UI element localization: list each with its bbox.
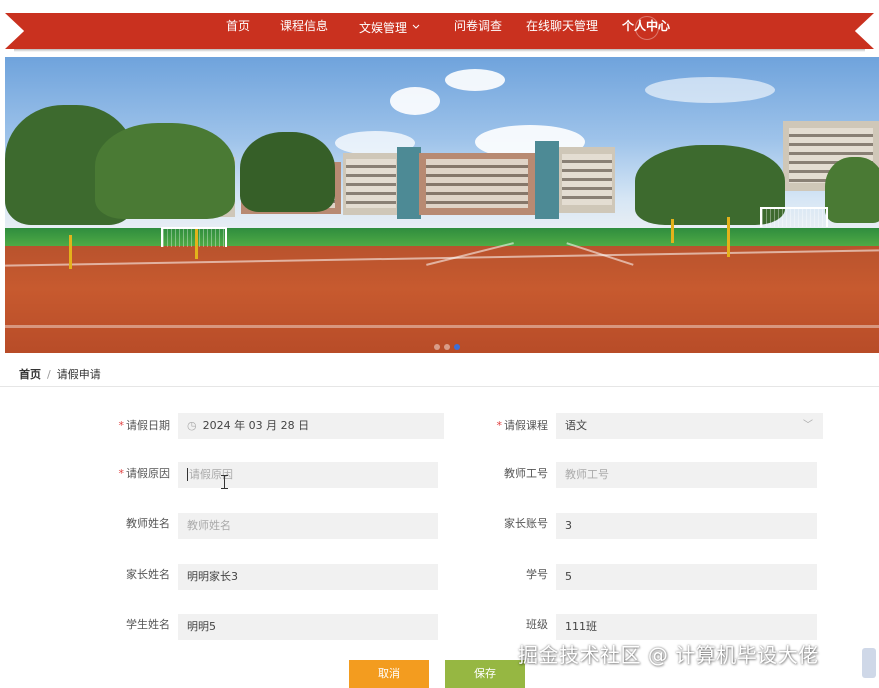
breadcrumb-home[interactable]: 首页 xyxy=(19,368,41,381)
watermark: 掘金技术社区 @ 计算机毕设大佬 xyxy=(518,643,819,667)
top-nav: 首页 课程信息 文娱管理 问卷调查 在线聊天管理 个人中心 xyxy=(0,13,879,49)
leave-reason-label-text: 请假原因 xyxy=(126,467,170,480)
nav-item-label: 课程信息 xyxy=(280,19,329,33)
cloud xyxy=(445,69,505,91)
nav-item-label: 首页 xyxy=(226,19,251,33)
building xyxy=(397,147,421,219)
leave-reason-label: * 请假原因 xyxy=(70,461,171,487)
leave-course-label: * 请假课程 xyxy=(448,413,549,439)
carousel-dot-active[interactable] xyxy=(454,344,460,350)
nav-ribbon-shadow xyxy=(14,49,865,52)
corner-badge xyxy=(862,648,876,678)
banner-carousel[interactable] xyxy=(5,57,879,353)
teacher-name-label: 教师姓名 xyxy=(70,511,170,537)
leave-course-value: 语文 xyxy=(565,419,587,432)
nav-item-label: 文娱管理 xyxy=(359,21,408,35)
nav-item-label: 问卷调查 xyxy=(454,19,503,33)
carousel-dot[interactable] xyxy=(434,344,440,350)
cloud xyxy=(645,77,775,103)
leave-date-label: * 请假日期 xyxy=(70,413,171,439)
student-id-label: 学号 xyxy=(448,562,548,588)
student-id-input[interactable]: 5 xyxy=(556,564,817,590)
class-value: 111班 xyxy=(565,620,597,633)
leave-date-picker[interactable]: ◷ 2024 年 03 月 28 日 xyxy=(178,413,444,439)
carousel-dots xyxy=(432,339,462,353)
class-input[interactable]: 111班 xyxy=(556,614,817,640)
class-label: 班级 xyxy=(448,612,548,638)
student-id-value: 5 xyxy=(565,570,572,583)
nav-item-survey[interactable]: 问卷调查 xyxy=(454,13,502,49)
soccer-goal xyxy=(161,227,227,247)
teacher-id-label-text: 教师工号 xyxy=(504,467,548,480)
football-field xyxy=(5,228,879,246)
trees xyxy=(95,123,235,219)
save-button[interactable]: 保存 xyxy=(445,660,525,688)
breadcrumb-separator: / xyxy=(47,368,51,381)
save-button-label: 保存 xyxy=(474,667,496,680)
nav-item-label: 个人中心 xyxy=(622,19,671,33)
nav-item-label: 在线聊天管理 xyxy=(526,19,599,33)
building xyxy=(343,153,399,215)
building xyxy=(419,153,535,215)
leave-reason-input[interactable]: 请假原因 xyxy=(178,462,438,488)
teacher-name-label-text: 教师姓名 xyxy=(126,517,170,530)
student-name-input[interactable]: 明明5 xyxy=(178,614,438,640)
student-id-label-text: 学号 xyxy=(526,568,548,581)
teacher-id-input[interactable]: 教师工号 xyxy=(556,462,817,488)
hurdle-pole xyxy=(69,235,72,269)
nav-item-course-info[interactable]: 课程信息 xyxy=(280,13,328,49)
trees xyxy=(240,132,335,212)
building xyxy=(535,141,559,219)
trees xyxy=(825,157,879,223)
clock-icon: ◷ xyxy=(187,419,197,432)
nav-item-online-chat-management[interactable]: 在线聊天管理 xyxy=(526,13,598,49)
text-cursor-icon xyxy=(221,475,228,489)
cancel-button-label: 取消 xyxy=(378,667,400,680)
parent-name-input[interactable]: 明明家长3 xyxy=(178,564,438,590)
student-name-value: 明明5 xyxy=(187,620,216,633)
cloud xyxy=(390,87,440,115)
hurdle-pole xyxy=(727,217,730,257)
teacher-name-placeholder: 教师姓名 xyxy=(187,519,231,532)
parent-account-input[interactable]: 3 xyxy=(556,513,817,539)
parent-account-label: 家长账号 xyxy=(448,511,548,537)
teacher-id-placeholder: 教师工号 xyxy=(565,468,609,481)
nav-item-entertainment-management[interactable]: 文娱管理 xyxy=(359,13,420,49)
nav-item-personal-center[interactable]: 个人中心 xyxy=(622,13,670,49)
required-mark: * xyxy=(118,467,125,480)
required-mark: * xyxy=(118,419,125,432)
required-mark: * xyxy=(496,419,503,432)
leave-date-value: 2024 年 03 月 28 日 xyxy=(202,419,310,432)
parent-account-value: 3 xyxy=(565,519,572,532)
breadcrumb: 首页 / 请假申请 xyxy=(19,366,101,382)
student-name-label-text: 学生姓名 xyxy=(126,618,170,631)
teacher-name-input[interactable]: 教师姓名 xyxy=(178,513,438,539)
parent-account-label-text: 家长账号 xyxy=(504,517,548,530)
cancel-button[interactable]: 取消 xyxy=(349,660,429,688)
chevron-down-icon xyxy=(412,13,420,40)
divider xyxy=(0,386,879,387)
class-label-text: 班级 xyxy=(526,618,548,631)
building xyxy=(559,147,615,213)
student-name-label: 学生姓名 xyxy=(70,612,170,638)
leave-course-label-text: 请假课程 xyxy=(504,419,548,432)
hurdle-pole xyxy=(671,219,674,243)
leave-course-select[interactable]: 语文 ﹀ xyxy=(556,413,823,439)
hurdle-pole xyxy=(195,229,198,259)
leave-date-label-text: 请假日期 xyxy=(126,419,170,432)
parent-name-label: 家长姓名 xyxy=(70,562,170,588)
chevron-down-icon: ﹀ xyxy=(803,420,813,431)
breadcrumb-current: 请假申请 xyxy=(56,368,101,381)
carousel-dot[interactable] xyxy=(444,344,450,350)
parent-name-value: 明明家长3 xyxy=(187,570,238,583)
soccer-goal xyxy=(760,207,828,227)
nav-item-home[interactable]: 首页 xyxy=(226,13,250,49)
parent-name-label-text: 家长姓名 xyxy=(126,568,170,581)
teacher-id-label: 教师工号 xyxy=(448,461,548,487)
track-lane xyxy=(5,325,879,328)
